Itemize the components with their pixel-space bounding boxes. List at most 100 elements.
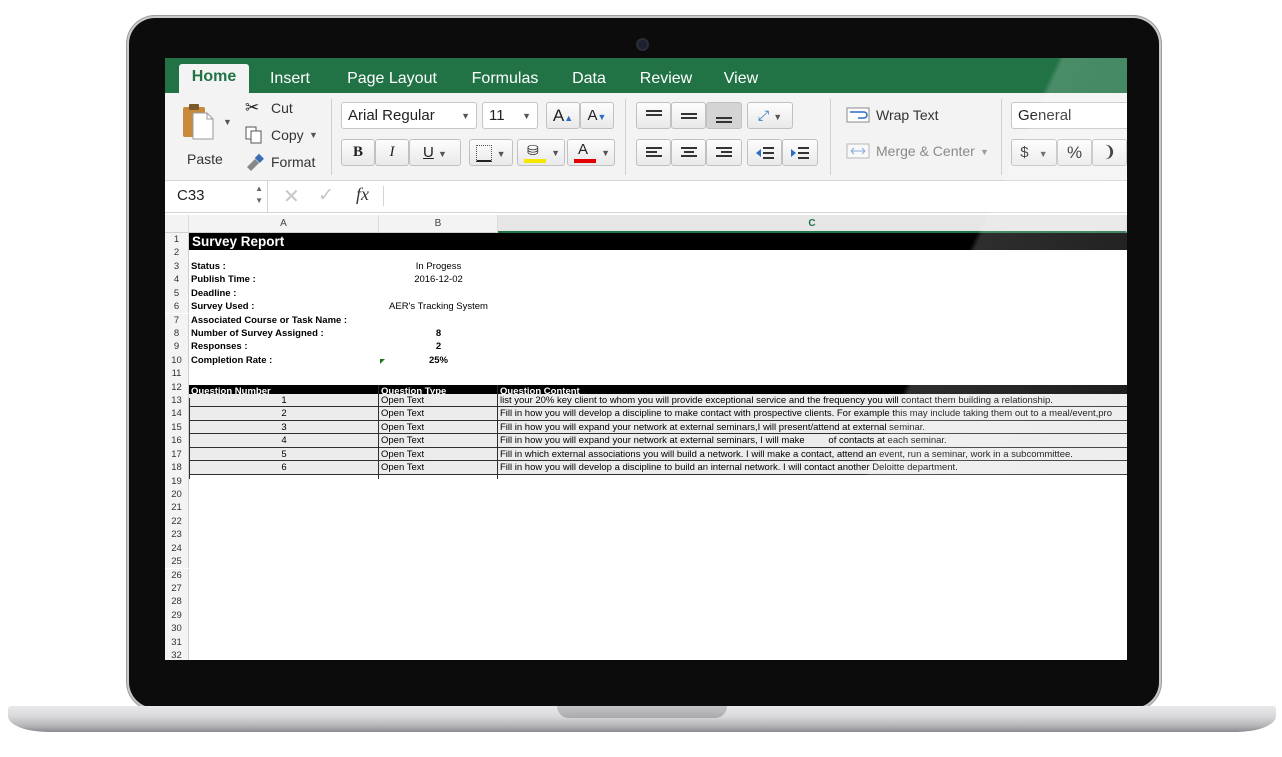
row-header[interactable]: 31 xyxy=(165,635,189,649)
row-header[interactable]: 32 xyxy=(165,649,189,660)
info-value[interactable]: 25% xyxy=(379,354,498,367)
info-value[interactable]: 2016-12-02 xyxy=(379,273,498,286)
underline-button[interactable]: U ▼ xyxy=(409,139,461,166)
tab-insert[interactable]: Insert xyxy=(259,68,321,93)
italic-button[interactable]: I xyxy=(375,139,409,166)
row-header[interactable]: 3 xyxy=(165,259,189,274)
row-header[interactable]: 4 xyxy=(165,273,189,287)
question-number-cell[interactable]: 6 xyxy=(189,461,379,474)
question-content-cell[interactable]: Fill in how you will expand your network… xyxy=(500,434,1127,447)
info-value[interactable]: AER's Tracking System xyxy=(379,300,498,313)
align-top-button[interactable] xyxy=(636,102,671,129)
info-value[interactable]: 2 xyxy=(379,340,498,353)
font-size-select[interactable]: 11 ▼ xyxy=(482,102,538,129)
row-header[interactable]: 11 xyxy=(165,367,189,381)
row-header[interactable]: 6 xyxy=(165,300,189,314)
row-header[interactable]: 22 xyxy=(165,514,189,529)
question-content-cell[interactable]: Fill in how you will develop a disciplin… xyxy=(500,461,1127,474)
paste-dropdown-icon[interactable]: ▼ xyxy=(223,117,232,127)
question-type-cell[interactable]: Open Text xyxy=(381,421,497,434)
row-header[interactable]: 27 xyxy=(165,581,189,596)
cut-button[interactable]: ✂ Cut xyxy=(245,98,325,120)
question-number-cell[interactable]: 4 xyxy=(189,434,379,447)
row-header[interactable]: 15 xyxy=(165,420,189,435)
bold-button[interactable]: B xyxy=(341,139,375,166)
format-painter-button[interactable]: Format xyxy=(245,152,325,174)
column-header-c[interactable]: C xyxy=(498,215,1127,233)
font-name-select[interactable]: Arial Regular ▼ xyxy=(341,102,477,129)
align-right-button[interactable] xyxy=(706,139,742,166)
info-label[interactable]: Completion Rate : xyxy=(191,354,272,367)
info-value[interactable]: In Progess xyxy=(379,260,498,273)
row-header[interactable]: 23 xyxy=(165,528,189,542)
row-header[interactable]: 19 xyxy=(165,474,189,488)
increase-indent-button[interactable] xyxy=(782,139,818,166)
question-type-cell[interactable]: Open Text xyxy=(381,394,497,407)
info-label[interactable]: Publish Time : xyxy=(191,273,256,286)
cancel-icon[interactable]: ✕ xyxy=(283,184,300,209)
column-header-b[interactable]: B xyxy=(379,215,498,233)
question-content-cell[interactable]: Fill in how you will develop a disciplin… xyxy=(500,407,1127,420)
row-header[interactable]: 20 xyxy=(165,487,189,502)
info-label[interactable]: Associated Course or Task Name : xyxy=(191,314,347,327)
row-header[interactable]: 1 xyxy=(165,233,189,247)
question-number-cell[interactable]: 5 xyxy=(189,448,379,461)
info-label[interactable]: Responses : xyxy=(191,340,248,353)
info-value[interactable] xyxy=(379,314,498,327)
question-content-cell[interactable]: Fill in which external associations you … xyxy=(500,448,1127,461)
question-number-cell[interactable]: 3 xyxy=(189,421,379,434)
info-label[interactable]: Survey Used : xyxy=(191,300,254,313)
question-number-cell[interactable]: 2 xyxy=(189,407,379,420)
row-header[interactable]: 18 xyxy=(165,461,189,475)
question-content-cell[interactable]: list your 20% key client to whom you wil… xyxy=(500,394,1127,407)
question-type-cell[interactable]: Open Text xyxy=(381,407,497,420)
question-type-cell[interactable]: Open Text xyxy=(381,434,497,447)
merge-center-button[interactable]: Merge & Center ▼ xyxy=(846,141,996,163)
fill-color-button[interactable]: ⛁ ▼ xyxy=(517,139,565,166)
check-icon[interactable]: ✓ xyxy=(318,184,334,207)
tab-formulas[interactable]: Formulas xyxy=(462,68,548,93)
row-header[interactable]: 29 xyxy=(165,608,189,623)
info-value[interactable]: 8 xyxy=(379,327,498,340)
row-header[interactable]: 26 xyxy=(165,568,189,582)
row-header[interactable]: 8 xyxy=(165,326,189,341)
tab-data[interactable]: Data xyxy=(562,68,616,93)
tab-home[interactable]: Home xyxy=(179,64,249,93)
increase-font-size-button[interactable]: A▲ xyxy=(546,102,580,129)
paste-button[interactable]: ▼ Paste xyxy=(179,101,232,167)
row-header[interactable]: 21 xyxy=(165,501,189,515)
row-header[interactable]: 24 xyxy=(165,541,189,556)
copy-button[interactable]: Copy ▼ xyxy=(245,125,325,147)
copy-dropdown-icon[interactable]: ▼ xyxy=(309,130,318,140)
borders-button[interactable]: ▼ xyxy=(469,139,513,166)
info-label[interactable]: Number of Survey Assigned : xyxy=(191,327,324,340)
worksheet-grid[interactable]: A B C 1 2 3 4 5 6 7 8 9 10 11 12 13 14 15 16 17 18 19 20 21 2… xyxy=(165,215,1127,660)
info-value[interactable] xyxy=(379,287,498,300)
report-title[interactable]: Survey Report xyxy=(192,234,284,250)
column-header-a[interactable]: A xyxy=(189,215,379,233)
wrap-text-button[interactable]: Wrap Text xyxy=(846,105,966,127)
question-content-cell[interactable]: Fill in how you will expand your network… xyxy=(500,421,1127,434)
align-center-button[interactable] xyxy=(671,139,706,166)
info-label[interactable]: Status : xyxy=(191,260,226,273)
decrease-font-size-button[interactable]: A▼ xyxy=(580,102,614,129)
row-header[interactable]: 17 xyxy=(165,447,189,462)
tab-review[interactable]: Review xyxy=(630,68,702,93)
row-header[interactable]: 5 xyxy=(165,286,189,301)
question-type-cell[interactable]: Open Text xyxy=(381,461,497,474)
decrease-indent-button[interactable] xyxy=(747,139,782,166)
percent-format-button[interactable]: % xyxy=(1057,139,1092,166)
row-header[interactable]: 2 xyxy=(165,246,189,260)
row-header[interactable]: 9 xyxy=(165,340,189,354)
number-format-select[interactable]: General xyxy=(1011,102,1127,129)
row-header[interactable]: 25 xyxy=(165,555,189,569)
row-header[interactable]: 7 xyxy=(165,313,189,327)
align-left-button[interactable] xyxy=(636,139,671,166)
select-all-corner[interactable] xyxy=(165,215,189,233)
align-bottom-button[interactable] xyxy=(706,102,742,129)
orientation-button[interactable]: ⤢ ▼ xyxy=(747,102,793,129)
row-header[interactable]: 12 xyxy=(165,380,189,394)
row-header[interactable]: 30 xyxy=(165,622,189,636)
tab-page-layout[interactable]: Page Layout xyxy=(337,68,447,93)
question-type-cell[interactable]: Open Text xyxy=(381,448,497,461)
